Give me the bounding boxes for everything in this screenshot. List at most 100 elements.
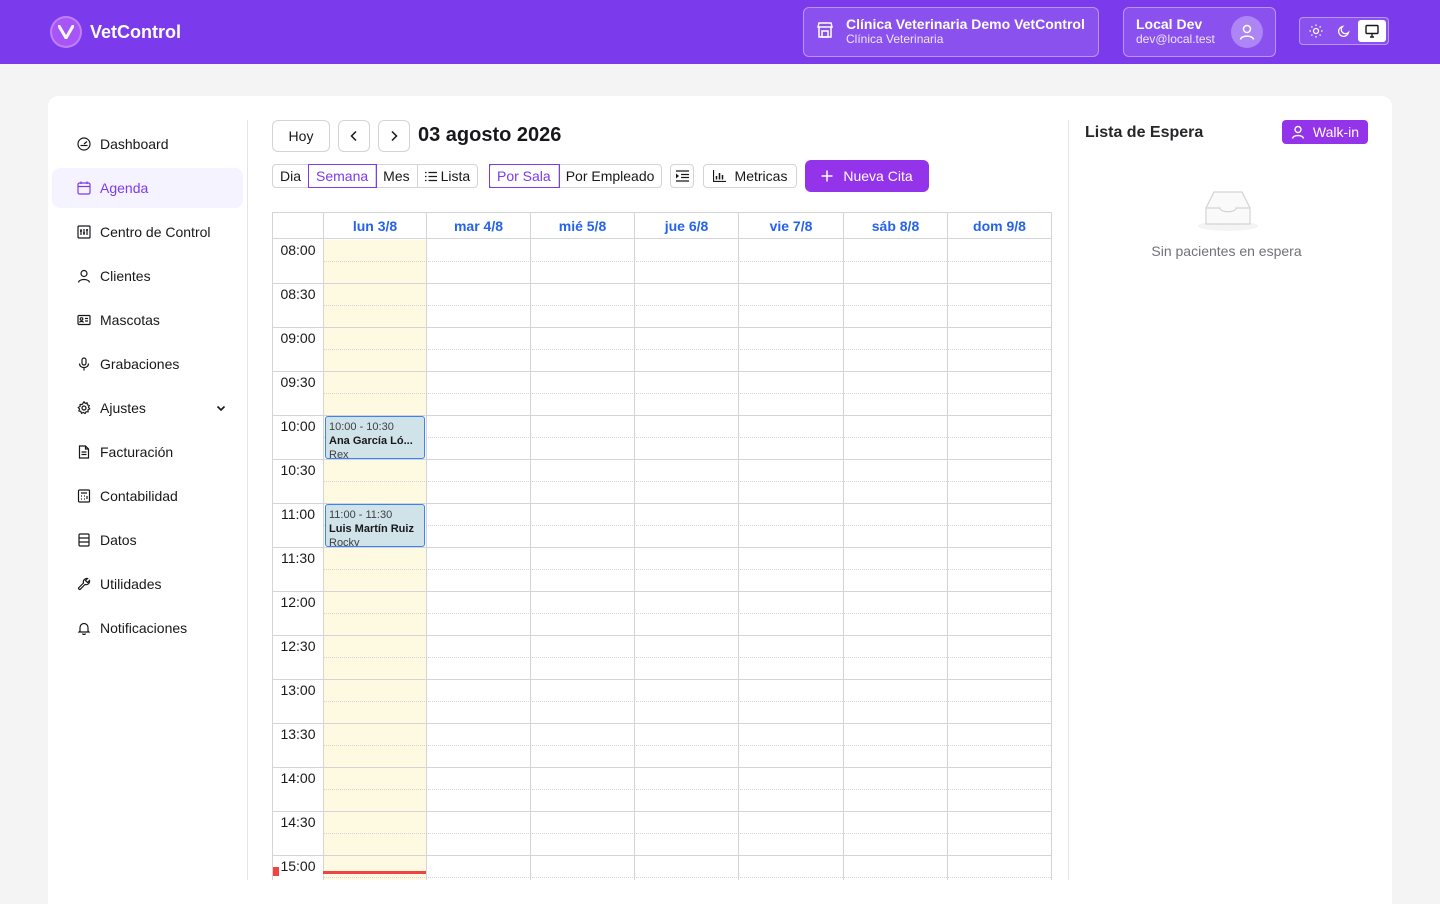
new-appointment-label: Nueva Cita (843, 168, 913, 184)
half-row-line (323, 877, 1051, 878)
day-header[interactable]: dom 9/8 (947, 213, 1051, 239)
day-header[interactable]: jue 6/8 (634, 213, 738, 239)
sidebar-item-label: Agenda (100, 180, 149, 196)
view-semana[interactable]: Semana (308, 164, 378, 188)
user-icon (1291, 125, 1305, 139)
waitlist-divider (1068, 120, 1069, 880)
half-row-line (323, 701, 1051, 702)
appointment-client: Luis Martín Ruiz (329, 523, 414, 535)
time-slot-label: 08:00 (280, 242, 316, 258)
sidebar-item-grabaciones[interactable]: Grabaciones (52, 344, 243, 384)
day-column-divider (843, 239, 844, 880)
day-column-divider (738, 239, 739, 880)
day-header[interactable]: mar 4/8 (426, 213, 530, 239)
time-slot-label: 11:30 (281, 550, 315, 566)
hour-row-line (273, 811, 1051, 812)
group-por-empleado[interactable]: Por Empleado (559, 165, 662, 187)
sidebar-item-label: Centro de Control (100, 224, 211, 240)
group-por-sala[interactable]: Por Sala (489, 164, 560, 188)
metrics-button[interactable]: Metricas (703, 164, 797, 188)
sidebar-item-datos[interactable]: Datos (52, 520, 243, 560)
sidebar-item-mascotas[interactable]: Mascotas (52, 300, 243, 340)
app-name: VetControl (90, 21, 182, 42)
next-week-button[interactable] (378, 120, 410, 152)
time-slot-label: 09:00 (280, 330, 316, 346)
monitor-icon[interactable] (1358, 20, 1386, 42)
hour-row-line (273, 855, 1051, 856)
prev-week-button[interactable] (338, 120, 370, 152)
indent-toggle-button[interactable] (670, 164, 694, 188)
chevron-right-icon (391, 130, 398, 142)
sidebar-item-clientes[interactable]: Clientes (52, 256, 243, 296)
gauge-icon (76, 136, 92, 152)
sidebar-item-label: Grabaciones (100, 356, 180, 372)
appointment-pet: Rex (329, 449, 349, 459)
sidebar-item-ajustes[interactable]: Ajustes (52, 388, 243, 428)
hour-row-line (273, 635, 1051, 636)
today-button[interactable]: Hoy (272, 120, 330, 152)
calculator-icon (76, 488, 92, 504)
sidebar-item-label: Dashboard (100, 136, 169, 152)
sidebar-item-agenda[interactable]: Agenda (52, 168, 243, 208)
sidebar-item-utilidades[interactable]: Utilidades (52, 564, 243, 604)
time-slot-label: 12:30 (280, 638, 316, 654)
sidebar-item-centro-de-control[interactable]: Centro de Control (52, 212, 243, 252)
day-header[interactable]: vie 7/8 (738, 213, 843, 239)
view-switcher: Dia Semana Mes Lista (272, 164, 479, 188)
time-slot-label: 14:30 (280, 814, 316, 830)
half-row-line (323, 305, 1051, 306)
half-row-line (323, 393, 1051, 394)
user-menu[interactable]: Local Dev dev@local.test (1123, 7, 1276, 57)
half-row-line (323, 349, 1051, 350)
half-row-line (323, 525, 1051, 526)
sidebar-item-notificaciones[interactable]: Notificaciones (52, 608, 243, 648)
hour-row-line (273, 591, 1051, 592)
sidebar-item-contabilidad[interactable]: Contabilidad (52, 476, 243, 516)
document-icon (76, 444, 92, 460)
inbox-empty-icon (1196, 188, 1260, 237)
clinic-selector[interactable]: Clínica Veterinaria Demo VetControl Clín… (803, 7, 1099, 57)
view-mes[interactable]: Mes (376, 165, 418, 187)
appointment-event[interactable]: 10:00 - 10:30 Ana García Ló... Rex (325, 416, 425, 459)
day-column-divider (530, 239, 531, 880)
week-grid-header: lun 3/8 mar 4/8 mié 5/8 jue 6/8 vie 7/8 sáb 8… (273, 213, 1051, 239)
chevron-down-icon[interactable] (215, 401, 227, 417)
moon-icon[interactable] (1330, 20, 1358, 42)
hour-row-line (273, 283, 1051, 284)
half-row-line (323, 833, 1051, 834)
brand[interactable]: VetControl (50, 16, 181, 48)
sidebar-item-facturacion[interactable]: Facturación (52, 432, 243, 472)
day-header[interactable]: sáb 8/8 (843, 213, 947, 239)
walk-in-label: Walk-in (1312, 124, 1360, 140)
half-row-line (323, 657, 1051, 658)
half-row-line (323, 569, 1051, 570)
waitlist-title: Lista de Espera (1085, 124, 1204, 141)
sidebar: Dashboard Agenda Centro de Control Clientes… (52, 124, 243, 652)
new-appointment-button[interactable]: Nueva Cita (805, 160, 929, 192)
chevron-left-icon (350, 130, 357, 142)
hour-row-line (273, 327, 1051, 328)
half-row-line (323, 745, 1051, 746)
sidebar-item-label: Contabilidad (100, 488, 178, 504)
time-slot-label: 10:00 (280, 418, 316, 434)
wrench-icon (76, 576, 92, 592)
time-slot-label: 12:00 (280, 594, 316, 610)
walk-in-button[interactable]: Walk-in (1282, 120, 1368, 144)
day-header[interactable]: mié 5/8 (530, 213, 634, 239)
appointment-event[interactable]: 11:00 - 11:30 Luis Martín Ruiz Rocky (325, 504, 425, 547)
view-dia[interactable]: Dia (273, 165, 310, 187)
bell-icon (76, 620, 92, 636)
view-lista[interactable]: Lista (418, 165, 478, 187)
time-slot-label: 13:30 (280, 726, 316, 742)
list-icon (424, 171, 437, 181)
appointment-time: 11:00 - 11:30 (329, 509, 393, 521)
top-bar: VetControl Clínica Veterinaria Demo VetC… (0, 0, 1440, 64)
sun-icon[interactable] (1302, 20, 1330, 42)
indent-icon (675, 170, 689, 182)
time-slot-label: 14:00 (280, 770, 316, 786)
sidebar-item-label: Ajustes (100, 400, 146, 416)
sidebar-item-dashboard[interactable]: Dashboard (52, 124, 243, 164)
day-header[interactable]: lun 3/8 (323, 213, 426, 239)
calendar-date-title: 03 agosto 2026 (418, 124, 562, 146)
hour-row-line (273, 679, 1051, 680)
